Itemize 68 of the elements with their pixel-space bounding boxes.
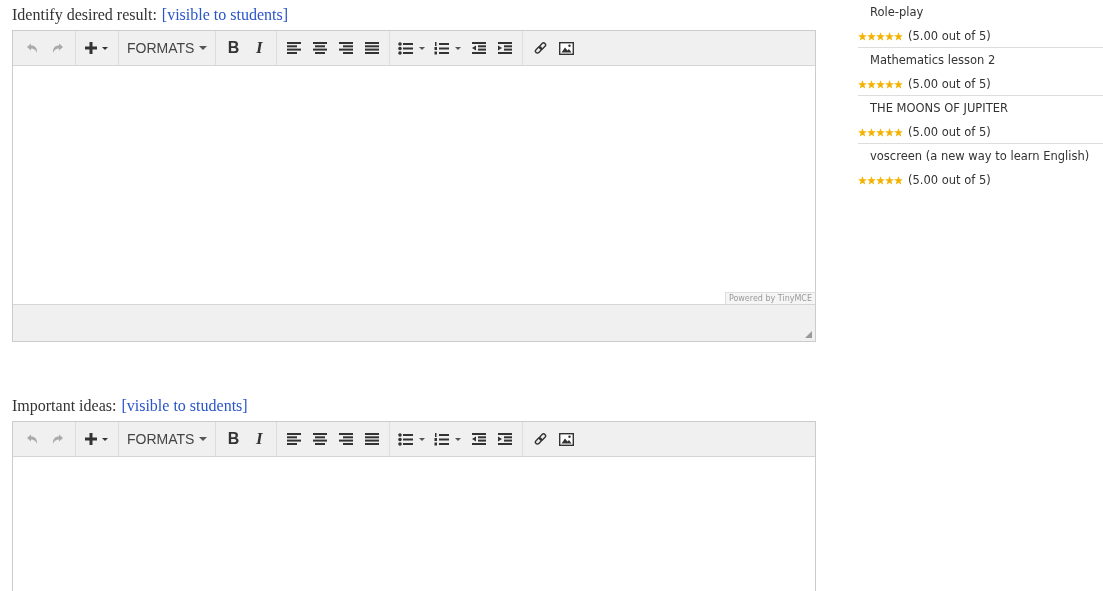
star-icon (858, 127, 867, 137)
star-icon (885, 175, 894, 185)
link-icon (533, 432, 547, 446)
star-icon (885, 31, 894, 41)
caret-icon (199, 436, 208, 442)
star-icon (894, 127, 903, 137)
bullet-list-icon (398, 432, 427, 446)
rating-text: (5.00 out of 5) (908, 173, 991, 187)
lesson-link[interactable]: Role-play (858, 4, 1103, 25)
outdent-icon (472, 42, 487, 54)
field-label: Identify desired result: (12, 6, 157, 26)
lesson-link[interactable]: THE MOONS OF JUPITER (858, 100, 1103, 121)
rating-text: (5.00 out of 5) (908, 29, 991, 43)
align-right-icon (339, 42, 354, 54)
rating-text: (5.00 out of 5) (908, 125, 991, 139)
bold-button[interactable]: B (220, 35, 247, 61)
indent-icon (498, 42, 513, 54)
star-icon (867, 79, 876, 89)
star-icon (858, 175, 867, 185)
plus-caret-icon (84, 41, 110, 55)
star-icon (876, 31, 885, 41)
formats-dropdown[interactable]: FORMATS (123, 426, 212, 452)
rating-text: (5.00 out of 5) (908, 77, 991, 91)
lesson-link[interactable]: Mathematics lesson 2 (858, 52, 1103, 73)
star-icon (894, 79, 903, 89)
undo-icon (26, 42, 38, 54)
star-icon (894, 31, 903, 41)
italic-button[interactable]: I (246, 426, 273, 452)
star-icon (885, 127, 894, 137)
align-left-icon (287, 42, 302, 54)
caret-icon (199, 45, 208, 51)
formats-dropdown[interactable]: FORMATS (123, 35, 212, 61)
align-justify-icon (365, 42, 380, 54)
star-icon (858, 79, 867, 89)
align-justify-icon (365, 433, 380, 445)
redo-icon (52, 42, 64, 54)
star-icon (876, 127, 885, 137)
link-icon (533, 41, 547, 55)
align-center-icon (313, 42, 328, 54)
image-icon (558, 432, 574, 446)
align-center-icon (313, 433, 328, 445)
field-label: Important ideas: (12, 397, 117, 417)
plus-caret-icon (84, 432, 110, 446)
indent-icon (498, 433, 513, 445)
bold-button[interactable]: B (220, 426, 247, 452)
outdent-icon (472, 433, 487, 445)
visibility-link[interactable]: [visible to students] (161, 6, 289, 26)
numbered-list-icon (434, 432, 463, 446)
star-icon (876, 79, 885, 89)
branding-label: Powered by TinyMCE (724, 292, 815, 304)
star-icon (894, 175, 903, 185)
star-icon (867, 127, 876, 137)
image-icon (558, 41, 574, 55)
visibility-link[interactable]: [visible to students] (121, 397, 248, 417)
star-icon (876, 175, 885, 185)
redo-icon (52, 433, 64, 445)
lesson-link[interactable]: voscreen (a new way to learn English) (858, 148, 1103, 169)
star-icon (867, 175, 876, 185)
italic-button[interactable]: I (246, 35, 273, 61)
align-left-icon (287, 433, 302, 445)
star-icon (867, 31, 876, 41)
resize-handle-icon[interactable] (805, 331, 812, 338)
star-icon (858, 31, 867, 41)
align-right-icon (339, 433, 354, 445)
numbered-list-icon (434, 41, 463, 55)
bullet-list-icon (398, 41, 427, 55)
undo-icon (26, 433, 38, 445)
star-icon (885, 79, 894, 89)
